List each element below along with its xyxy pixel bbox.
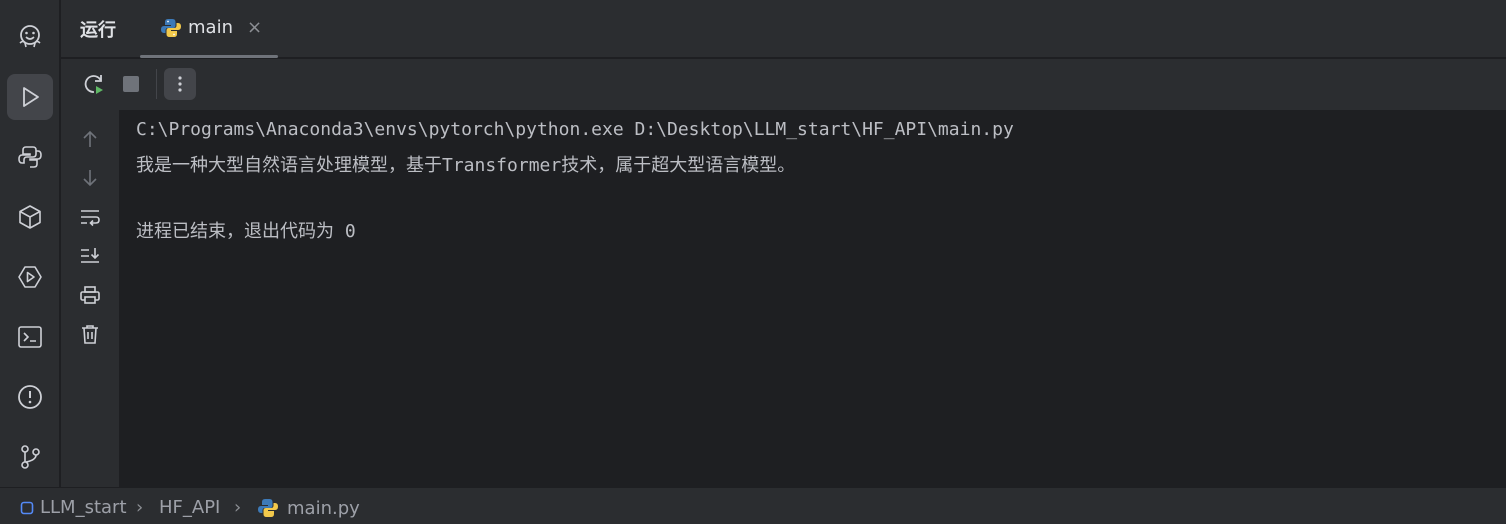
python-file-icon [258, 499, 278, 517]
more-options-button[interactable] [164, 68, 196, 100]
rerun-button[interactable] [78, 68, 110, 100]
console-command-line: C:\Programs\Anaconda3\envs\pytorch\pytho… [136, 119, 1014, 140]
soft-wrap-icon [81, 210, 100, 227]
run-tab-main[interactable]: main × [140, 0, 278, 58]
stop-icon [123, 76, 139, 92]
run-tool-window-header: 运行 main × [61, 0, 1506, 58]
trash-icon [82, 325, 98, 344]
more-vertical-icon [178, 76, 182, 92]
breadcrumb-separator: › [136, 497, 144, 518]
clear-all-button[interactable] [75, 319, 105, 349]
scroll-to-end-button[interactable] [75, 241, 105, 271]
packages-icon [19, 205, 41, 229]
arrow-up-icon [83, 130, 97, 147]
python-console-tool-button[interactable] [7, 134, 53, 180]
breadcrumb-label: main.py [287, 497, 360, 519]
run-toolbar [61, 59, 1506, 110]
module-icon [20, 501, 34, 514]
print-button[interactable] [75, 280, 105, 310]
navigation-bar: LLM_start › HF_API › main.py [0, 487, 1506, 524]
breadcrumb-label: LLM_start [40, 497, 127, 518]
run-icon [23, 87, 39, 107]
tool-window-title: 运行 [80, 20, 116, 41]
active-tab-indicator [140, 55, 278, 58]
console-output[interactable]: C:\Programs\Anaconda3\envs\pytorch\pytho… [119, 110, 1506, 487]
hugging-face-tool-button[interactable] [7, 14, 53, 60]
toolbar-separator [156, 69, 157, 99]
breadcrumb-folder[interactable]: HF_API [159, 497, 220, 518]
hugging-face-icon [19, 25, 41, 48]
terminal-icon [18, 326, 42, 348]
console-output-line: 我是一种大型自然语言处理模型，基于Transformer技术，属于超大型语言模型… [136, 155, 796, 176]
console-exit-line: 进程已结束，退出代码为 0 [136, 221, 356, 242]
stop-button[interactable] [115, 68, 147, 100]
git-branch-icon [21, 445, 40, 469]
rerun-icon [84, 75, 103, 94]
soft-wrap-button[interactable] [75, 202, 105, 232]
python-icon [18, 146, 42, 168]
down-stack-trace-button[interactable] [75, 163, 105, 193]
services-tool-button[interactable] [7, 254, 53, 300]
breadcrumb-file[interactable]: main.py [257, 497, 360, 519]
printer-icon [80, 286, 100, 304]
close-tab-icon[interactable]: × [247, 17, 262, 39]
run-tool-button[interactable] [7, 74, 53, 120]
git-tool-button[interactable] [7, 434, 53, 480]
left-tool-window-bar [0, 0, 60, 487]
scroll-to-end-icon [81, 248, 100, 263]
arrow-down-icon [83, 170, 97, 187]
breadcrumb-separator: › [234, 497, 242, 518]
services-icon [18, 266, 42, 288]
python-packages-tool-button[interactable] [7, 194, 53, 240]
console-side-toolbar [61, 110, 119, 487]
up-stack-trace-button[interactable] [75, 124, 105, 154]
problems-tool-button[interactable] [7, 374, 53, 420]
problems-icon [18, 385, 42, 409]
breadcrumb-label: HF_API [159, 497, 221, 518]
tab-label: main [188, 17, 233, 38]
breadcrumb-project[interactable]: LLM_start [20, 497, 127, 518]
python-file-icon [161, 19, 181, 37]
terminal-tool-button[interactable] [7, 314, 53, 360]
